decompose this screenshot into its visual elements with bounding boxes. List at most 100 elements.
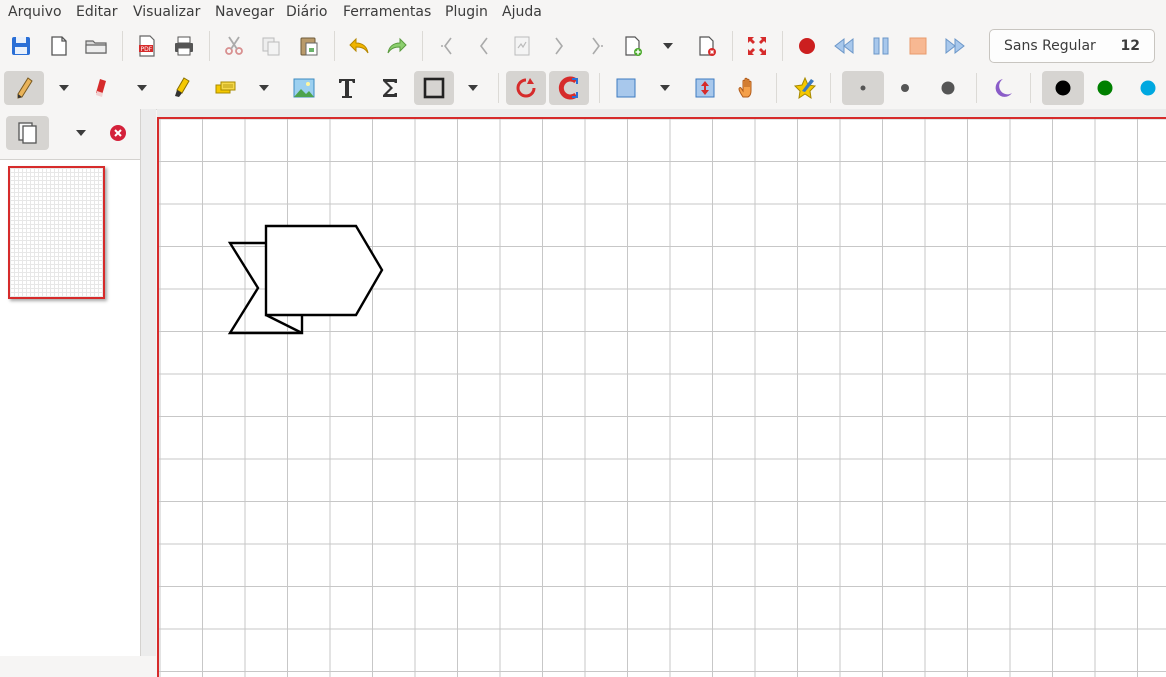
rotation-snap-button[interactable] bbox=[506, 71, 546, 105]
add-page-icon bbox=[625, 36, 642, 56]
stop-button[interactable] bbox=[901, 29, 935, 63]
export-pdf-button[interactable]: PDF bbox=[130, 29, 164, 63]
toolbar-separator bbox=[830, 73, 831, 103]
color-swatch-icon bbox=[1140, 80, 1156, 96]
image-icon bbox=[293, 78, 315, 98]
page-thumbnail[interactable] bbox=[8, 166, 105, 299]
rewind-icon bbox=[834, 37, 854, 55]
grid-snap-button[interactable] bbox=[549, 71, 589, 105]
image-tool-button[interactable] bbox=[287, 71, 321, 105]
menu-editar[interactable]: Editar bbox=[76, 4, 117, 21]
tools-toolbar bbox=[0, 67, 1166, 110]
open-button[interactable] bbox=[79, 29, 113, 63]
print-button[interactable] bbox=[167, 29, 201, 63]
chevron-down-icon bbox=[660, 85, 670, 91]
color-green-button[interactable] bbox=[1088, 71, 1122, 105]
eraser-tool-button[interactable] bbox=[86, 71, 120, 105]
thick-line-icon bbox=[941, 81, 955, 95]
pause-button[interactable] bbox=[864, 29, 898, 63]
fill-icon bbox=[995, 79, 1012, 97]
sidebar-splitter[interactable] bbox=[141, 109, 156, 656]
page-preview-tab[interactable] bbox=[6, 116, 49, 150]
previous-page-button[interactable] bbox=[467, 29, 501, 63]
pen-dropdown[interactable] bbox=[56, 71, 72, 105]
menu-visualizar[interactable]: Visualizar bbox=[133, 4, 200, 21]
grid-snap-icon bbox=[558, 76, 578, 100]
color-swatch-icon bbox=[1097, 80, 1113, 96]
sidebar-header bbox=[0, 109, 140, 160]
shape-tool-button[interactable] bbox=[414, 71, 454, 105]
chevron-down-icon bbox=[137, 85, 147, 91]
toolbar-separator bbox=[732, 31, 733, 61]
chevron-down-icon bbox=[59, 85, 69, 91]
fill-button[interactable] bbox=[988, 71, 1022, 105]
select-dropdown[interactable] bbox=[256, 71, 272, 105]
menu-navegar[interactable]: Navegar bbox=[215, 4, 274, 21]
cut-button[interactable] bbox=[217, 29, 251, 63]
highlighter-tool-button[interactable] bbox=[165, 71, 199, 105]
add-page-button[interactable] bbox=[616, 29, 650, 63]
record-icon bbox=[799, 38, 815, 54]
menu-plugin[interactable]: Plugin bbox=[445, 4, 488, 21]
menu-ferramentas[interactable]: Ferramentas bbox=[343, 4, 431, 21]
rewind-button[interactable] bbox=[827, 29, 861, 63]
color-cyan-button[interactable] bbox=[1131, 71, 1165, 105]
hand-tool-button[interactable] bbox=[731, 71, 765, 105]
menu-arquivo[interactable]: Arquivo bbox=[8, 4, 62, 21]
paste-button[interactable] bbox=[292, 29, 326, 63]
formula-icon bbox=[383, 79, 397, 97]
save-icon bbox=[12, 37, 30, 55]
save-button[interactable] bbox=[4, 29, 38, 63]
thin-line-button[interactable] bbox=[842, 71, 884, 105]
sidebar-dropdown[interactable] bbox=[73, 116, 89, 150]
text-select-tool-button[interactable] bbox=[208, 71, 242, 105]
close-icon bbox=[110, 125, 126, 141]
fast-forward-button[interactable] bbox=[938, 29, 972, 63]
export-pdf-icon: PDF bbox=[139, 35, 155, 57]
close-sidebar-button[interactable] bbox=[108, 123, 128, 143]
record-button[interactable] bbox=[790, 29, 824, 63]
chevron-down-icon bbox=[259, 85, 269, 91]
menu-diario[interactable]: Diário bbox=[286, 4, 327, 21]
next-page-icon bbox=[555, 37, 563, 55]
go-to-page-icon bbox=[514, 36, 530, 56]
go-to-page-button[interactable] bbox=[505, 29, 539, 63]
delete-page-button[interactable] bbox=[690, 29, 724, 63]
vertical-space-button[interactable] bbox=[688, 71, 722, 105]
thick-line-button[interactable] bbox=[931, 71, 965, 105]
toolbar-separator bbox=[976, 73, 977, 103]
text-icon bbox=[339, 79, 355, 98]
drawing-canvas[interactable] bbox=[157, 117, 1166, 677]
fullscreen-button[interactable] bbox=[740, 29, 774, 63]
eraser-dropdown[interactable] bbox=[134, 71, 150, 105]
default-tool-button[interactable] bbox=[788, 71, 822, 105]
font-selector-button[interactable]: Sans Regular 12 bbox=[989, 29, 1155, 63]
toolbar-separator bbox=[599, 73, 600, 103]
vertical-space-icon bbox=[695, 78, 715, 98]
rectangle-select-dropdown[interactable] bbox=[657, 71, 673, 105]
shape-dropdown[interactable] bbox=[465, 71, 481, 105]
first-page-button[interactable] bbox=[430, 29, 464, 63]
color-swatch-icon bbox=[1055, 80, 1071, 96]
color-black-button[interactable] bbox=[1042, 71, 1084, 105]
redo-button[interactable] bbox=[380, 29, 414, 63]
copy-button[interactable] bbox=[254, 29, 288, 63]
pen-tool-button[interactable] bbox=[4, 71, 44, 105]
text-tool-button[interactable] bbox=[330, 71, 364, 105]
fast-forward-icon bbox=[945, 37, 965, 55]
canvas-margin bbox=[157, 109, 1166, 117]
menu-ajuda[interactable]: Ajuda bbox=[502, 4, 542, 21]
svg-text:PDF: PDF bbox=[141, 46, 153, 53]
undo-button[interactable] bbox=[342, 29, 376, 63]
add-page-dropdown[interactable] bbox=[660, 29, 676, 63]
new-page-button[interactable] bbox=[42, 29, 76, 63]
page-thumbnail-list bbox=[0, 160, 140, 656]
font-size: 12 bbox=[1120, 38, 1140, 54]
pages-icon bbox=[17, 122, 37, 144]
rectangle-select-button[interactable] bbox=[609, 71, 643, 105]
formula-tool-button[interactable] bbox=[373, 71, 407, 105]
main-toolbar: PDF Sans Regular 12 bbox=[0, 25, 1166, 67]
medium-line-button[interactable] bbox=[888, 71, 922, 105]
next-page-button[interactable] bbox=[542, 29, 576, 63]
last-page-button[interactable] bbox=[580, 29, 614, 63]
